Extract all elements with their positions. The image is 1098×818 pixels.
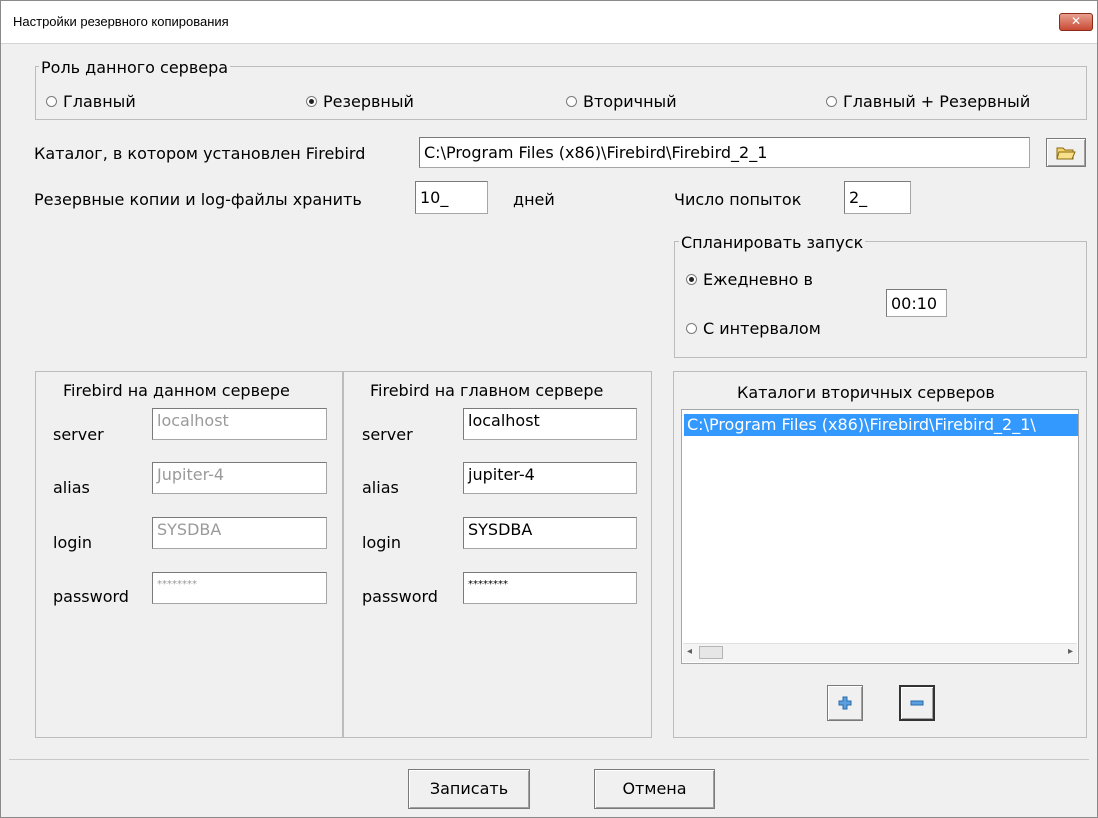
local-login-label: login	[53, 533, 92, 552]
local-server-label: server	[53, 425, 104, 444]
main-login-label: login	[362, 533, 401, 552]
radio-off-icon	[686, 323, 697, 334]
title-bar: Настройки резервного копирования ✕	[1, 1, 1097, 44]
local-firebird-title: Firebird на данном сервере	[63, 381, 290, 400]
radio-on-icon	[306, 96, 317, 107]
footer-divider	[9, 759, 1089, 760]
main-server-label: server	[362, 425, 413, 444]
main-server-input[interactable]: localhost	[463, 408, 637, 440]
scroll-left-icon[interactable]: ◂	[687, 646, 692, 657]
local-login-input[interactable]: SYSDBA	[152, 517, 327, 549]
close-icon: ✕	[1070, 14, 1082, 28]
cancel-button[interactable]: Отмена	[594, 769, 715, 809]
schedule-interval-radio[interactable]: С интервалом	[686, 319, 821, 338]
add-server-button[interactable]	[827, 685, 863, 721]
radio-off-icon	[566, 96, 577, 107]
radio-on-icon	[686, 274, 697, 285]
close-button[interactable]: ✕	[1059, 13, 1093, 31]
firebird-dir-label: Каталог, в котором установлен Firebird	[34, 144, 366, 163]
plus-icon	[838, 696, 852, 710]
radio-off-icon	[826, 96, 837, 107]
local-password-input[interactable]: ********	[152, 572, 327, 604]
local-password-label: password	[53, 587, 129, 606]
attempts-label: Число попыток	[674, 190, 802, 209]
scroll-thumb[interactable]	[699, 646, 723, 659]
attempts-input[interactable]: 2_	[844, 181, 911, 214]
main-firebird-title: Firebird на главном сервере	[370, 381, 604, 400]
browse-folder-button[interactable]	[1046, 138, 1086, 167]
save-button[interactable]: Записать	[408, 769, 530, 809]
horizontal-scrollbar[interactable]: ◂ ▸	[683, 643, 1077, 662]
scroll-right-icon[interactable]: ▸	[1068, 646, 1073, 657]
list-item[interactable]: C:\Program Files (x86)\Firebird\Firebird…	[684, 414, 1078, 436]
schedule-time-input[interactable]: 00:10	[886, 289, 947, 317]
dialog-window: Настройки резервного копирования ✕ Роль …	[0, 0, 1098, 818]
main-alias-label: alias	[362, 478, 399, 497]
firebird-dir-input[interactable]: C:\Program Files (x86)\Firebird\Firebird…	[419, 137, 1030, 168]
window-title: Настройки резервного копирования	[13, 14, 229, 29]
main-password-label: password	[362, 587, 438, 606]
role-backup-radio[interactable]: Резервный	[306, 92, 414, 111]
schedule-legend: Спланировать запуск	[679, 233, 866, 252]
secondary-servers-list[interactable]: C:\Program Files (x86)\Firebird\Firebird…	[681, 409, 1079, 664]
role-main-backup-radio[interactable]: Главный + Резервный	[826, 92, 1030, 111]
local-alias-label: alias	[53, 478, 90, 497]
folder-open-icon	[1056, 147, 1076, 160]
secondary-servers-title: Каталоги вторичных серверов	[737, 383, 995, 402]
role-secondary-radio[interactable]: Вторичный	[566, 92, 677, 111]
minus-icon	[910, 700, 924, 706]
main-login-input[interactable]: SYSDBA	[463, 517, 637, 549]
main-password-input[interactable]: ********	[463, 572, 637, 604]
retention-label: Резервные копии и log-файлы хранить	[34, 190, 362, 209]
local-server-input[interactable]: localhost	[152, 408, 327, 440]
retention-unit: дней	[513, 190, 555, 209]
remove-server-button[interactable]	[899, 685, 935, 721]
schedule-group	[674, 241, 1087, 358]
local-alias-input[interactable]: Jupiter-4	[152, 462, 327, 494]
schedule-daily-radio[interactable]: Ежедневно в	[686, 270, 813, 289]
retention-days-input[interactable]: 10_	[415, 181, 488, 214]
radio-off-icon	[46, 96, 57, 107]
role-legend: Роль данного сервера	[39, 58, 231, 77]
main-alias-input[interactable]: jupiter-4	[463, 462, 637, 494]
role-main-radio[interactable]: Главный	[46, 92, 136, 111]
